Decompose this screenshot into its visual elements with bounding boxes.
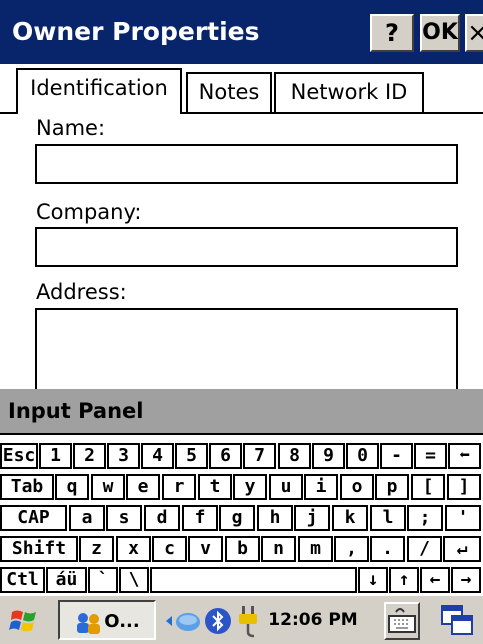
key-k[interactable]: k <box>332 505 368 531</box>
tab-divider <box>0 112 16 114</box>
company-field[interactable] <box>35 227 458 267</box>
key-2e[interactable]: . <box>370 536 405 562</box>
network-icon[interactable] <box>164 606 202 636</box>
keyboard-icon[interactable] <box>384 602 420 640</box>
key-cap[interactable]: CAP <box>0 505 67 531</box>
name-field[interactable] <box>35 144 458 184</box>
taskbar-app-label: O... <box>104 611 140 632</box>
key-space[interactable] <box>150 567 357 593</box>
address-label: Address: <box>36 280 127 304</box>
key-e[interactable]: e <box>126 474 160 500</box>
key-2b05[interactable]: ⬅ <box>448 443 481 469</box>
key-a[interactable]: a <box>69 505 105 531</box>
key-c[interactable]: c <box>152 536 187 562</box>
key-g[interactable]: g <box>219 505 255 531</box>
help-button[interactable]: ? <box>370 14 414 52</box>
key-e1fc[interactable]: áü <box>46 567 87 593</box>
taskbar: O... 12:06 PM <box>0 594 483 644</box>
tab-network-id[interactable]: Network ID <box>274 72 424 112</box>
name-label: Name: <box>36 116 106 140</box>
input-panel-header: Input Panel <box>0 389 483 433</box>
company-label: Company: <box>36 200 142 224</box>
key-i[interactable]: i <box>304 474 338 500</box>
key-2f[interactable]: / <box>407 536 442 562</box>
key-21b5[interactable]: ↵ <box>443 536 481 562</box>
key-z[interactable]: z <box>79 536 114 562</box>
key-5c[interactable]: \ <box>119 567 149 593</box>
bluetooth-icon[interactable] <box>204 606 232 636</box>
properties-panel: Identification Notes Network ID Name: Co… <box>0 64 483 398</box>
tab-divider <box>182 112 483 114</box>
key-ctl[interactable]: Ctl <box>0 567 45 593</box>
key-d[interactable]: d <box>144 505 180 531</box>
key-o[interactable]: o <box>340 474 374 500</box>
key-2c[interactable]: , <box>334 536 369 562</box>
key-2190[interactable]: ← <box>420 567 450 593</box>
key-3b[interactable]: ; <box>407 505 443 531</box>
key-h[interactable]: h <box>257 505 293 531</box>
key-5b[interactable]: [ <box>411 474 445 500</box>
key-b[interactable]: b <box>225 536 260 562</box>
key-f[interactable]: f <box>182 505 218 531</box>
key-r[interactable]: r <box>162 474 196 500</box>
key-2191[interactable]: ↑ <box>389 567 419 593</box>
key-60[interactable]: ` <box>88 567 118 593</box>
window-title: Owner Properties <box>12 17 260 46</box>
key-5[interactable]: 5 <box>175 443 208 469</box>
soft-keyboard: Esc 1 2 3 4 5 6 7 8 9 0- = ⬅ Tab q w e r t y u i o p[] CAP a s d f g h… <box>0 435 483 595</box>
title-bar: Owner Properties ? OK × <box>0 0 483 64</box>
window-switch-icon[interactable] <box>440 604 474 638</box>
key-27[interactable]: ' <box>445 505 481 531</box>
windows-flag-icon[interactable] <box>8 604 42 638</box>
key-p[interactable]: p <box>375 474 409 500</box>
key-v[interactable]: v <box>188 536 223 562</box>
address-field[interactable] <box>35 308 458 398</box>
key-5d[interactable]: ] <box>447 474 481 500</box>
key-3[interactable]: 3 <box>107 443 140 469</box>
key-l[interactable]: l <box>370 505 406 531</box>
clock[interactable]: 12:06 PM <box>263 600 363 640</box>
key-m[interactable]: m <box>298 536 333 562</box>
key-y[interactable]: y <box>233 474 267 500</box>
ok-button[interactable]: OK <box>420 14 460 52</box>
key-esc[interactable]: Esc <box>0 443 38 469</box>
key-9[interactable]: 9 <box>312 443 345 469</box>
key-t[interactable]: t <box>198 474 232 500</box>
key-w[interactable]: w <box>91 474 125 500</box>
key-x[interactable]: x <box>116 536 151 562</box>
close-button[interactable]: × <box>465 14 483 52</box>
power-plug-icon[interactable] <box>234 604 262 638</box>
key-s[interactable]: s <box>106 505 142 531</box>
key-2d[interactable]: - <box>380 443 413 469</box>
key-u[interactable]: u <box>269 474 303 500</box>
taskbar-app-button[interactable]: O... <box>58 600 156 640</box>
key-2[interactable]: 2 <box>73 443 106 469</box>
key-j[interactable]: j <box>294 505 330 531</box>
key-6[interactable]: 6 <box>209 443 242 469</box>
key-tab[interactable]: Tab <box>0 474 54 500</box>
key-2192[interactable]: → <box>451 567 481 593</box>
tab-notes[interactable]: Notes <box>186 72 272 112</box>
key-1[interactable]: 1 <box>39 443 72 469</box>
key-8[interactable]: 8 <box>278 443 311 469</box>
input-panel-title: Input Panel <box>8 399 144 423</box>
key-shift[interactable]: Shift <box>0 536 78 562</box>
key-7[interactable]: 7 <box>243 443 276 469</box>
key-4[interactable]: 4 <box>141 443 174 469</box>
tab-identification[interactable]: Identification <box>16 68 182 114</box>
key-2193[interactable]: ↓ <box>358 567 388 593</box>
key-0[interactable]: 0 <box>346 443 379 469</box>
key-q[interactable]: q <box>55 474 89 500</box>
key-3d[interactable]: = <box>414 443 447 469</box>
key-n[interactable]: n <box>261 536 296 562</box>
people-icon <box>74 610 104 634</box>
